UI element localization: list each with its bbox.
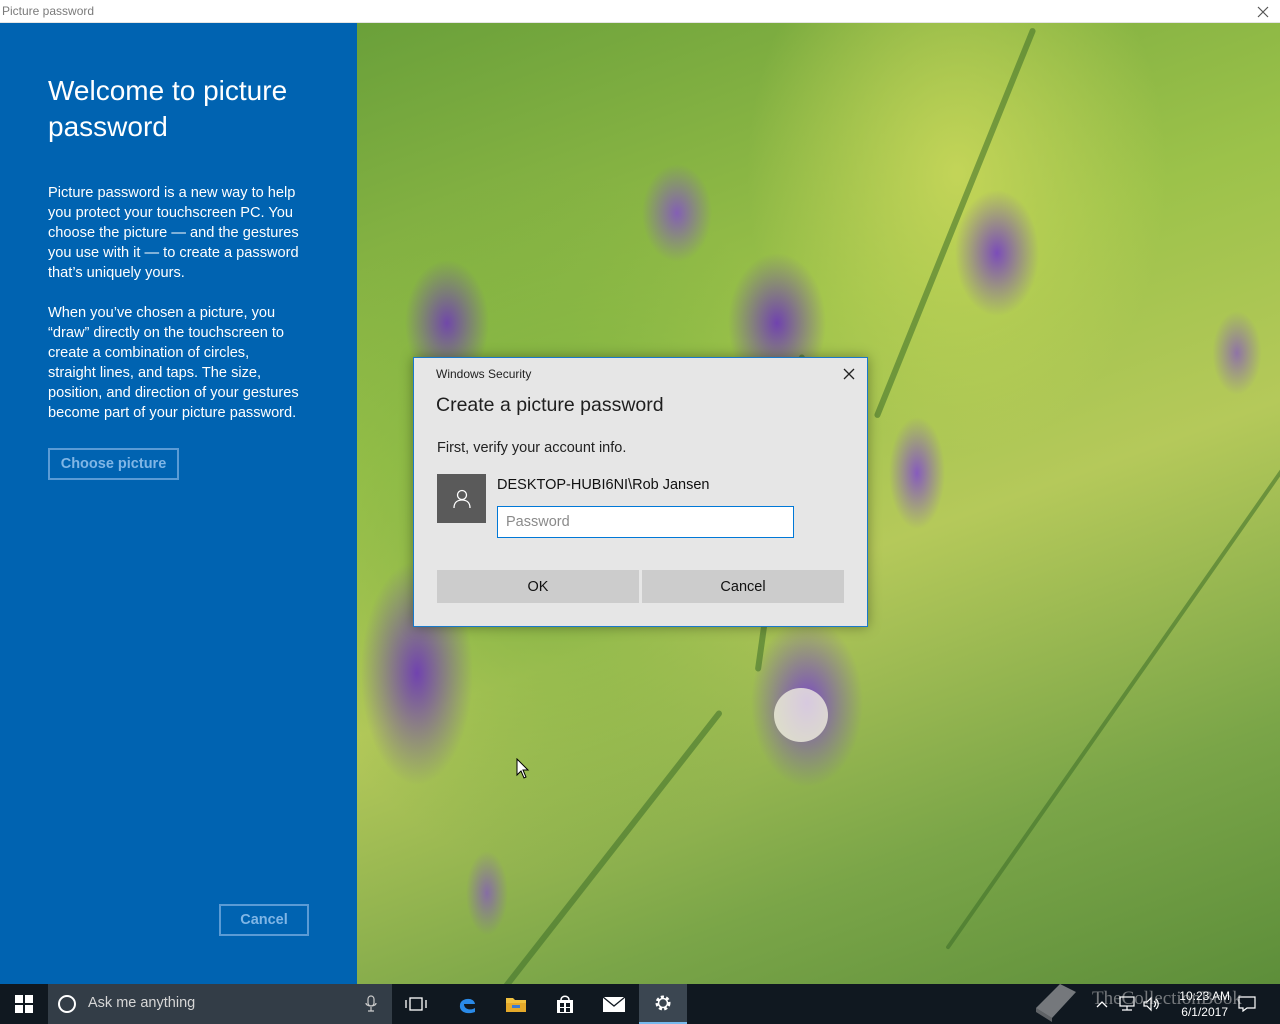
flower-stem <box>945 456 1280 950</box>
account-name: DESKTOP-HUBI6NI\Rob Jansen <box>497 477 710 493</box>
cortana-icon <box>58 995 76 1013</box>
clock-time: 10:23 AM <box>1179 989 1230 1003</box>
taskbar: Ask me anything TheCollectionBook 10:23 … <box>0 984 1280 1024</box>
avatar <box>437 474 486 523</box>
window-title: Picture password <box>2 4 95 18</box>
dialog-heading: Create a picture password <box>436 394 664 416</box>
windows-logo-icon <box>15 995 33 1013</box>
settings-button[interactable] <box>639 984 687 1024</box>
touch-indicator <box>774 688 828 742</box>
microphone-icon[interactable] <box>365 995 377 1013</box>
clock[interactable]: 10:23 AM 6/1/2017 <box>1179 988 1230 1020</box>
dialog-window-title: Windows Security <box>436 367 532 381</box>
windows-security-dialog: Windows Security Create a picture passwo… <box>413 357 868 627</box>
folder-icon <box>506 998 526 1012</box>
close-icon <box>1257 6 1269 17</box>
page-title: Welcome to picture password <box>48 75 288 142</box>
instructions-paragraph: When you’ve chosen a picture, you “draw”… <box>48 305 299 421</box>
dialog-subtext: First, verify your account info. <box>437 440 627 456</box>
ok-button[interactable]: OK <box>437 570 639 603</box>
intro-paragraph: Picture password is a new way to help yo… <box>48 185 299 281</box>
user-icon <box>452 489 471 508</box>
action-center-button[interactable] <box>1236 984 1258 1024</box>
mouse-cursor-icon <box>516 758 530 779</box>
window-title-bar: Picture password <box>0 0 1280 23</box>
mail-button[interactable] <box>590 984 638 1024</box>
close-icon <box>843 368 855 380</box>
edge-browser-button[interactable] <box>443 984 491 1024</box>
start-button[interactable] <box>0 984 48 1024</box>
show-hidden-icons-button[interactable] <box>1092 984 1112 1024</box>
gear-icon <box>655 995 671 1011</box>
mail-icon <box>602 996 626 1012</box>
store-icon <box>557 995 573 1013</box>
notification-icon <box>1238 996 1256 1012</box>
cancel-button[interactable]: Cancel <box>219 904 309 936</box>
dialog-cancel-button[interactable]: Cancel <box>642 570 844 603</box>
task-view-icon <box>405 997 427 1011</box>
left-panel: Welcome to picture password Picture pass… <box>0 23 357 984</box>
window-close-button[interactable] <box>1246 0 1280 23</box>
book-watermark-icon <box>1036 984 1076 1022</box>
password-input[interactable] <box>497 506 794 538</box>
dialog-close-button[interactable] <box>841 366 857 382</box>
file-explorer-button[interactable] <box>492 984 540 1024</box>
volume-button[interactable] <box>1140 984 1162 1024</box>
clock-date: 6/1/2017 <box>1181 1005 1228 1019</box>
network-button[interactable] <box>1116 984 1138 1024</box>
chevron-up-icon <box>1096 1001 1108 1008</box>
network-icon <box>1119 996 1135 1011</box>
choose-picture-button[interactable]: Choose picture <box>48 448 179 480</box>
edge-icon <box>459 998 475 1014</box>
flower-stem <box>873 27 1037 419</box>
speaker-icon <box>1143 996 1159 1012</box>
cortana-search-box[interactable]: Ask me anything <box>48 984 392 1024</box>
search-placeholder: Ask me anything <box>88 995 196 1011</box>
task-view-button[interactable] <box>392 984 440 1024</box>
store-button[interactable] <box>541 984 589 1024</box>
flower-stem <box>496 709 724 984</box>
